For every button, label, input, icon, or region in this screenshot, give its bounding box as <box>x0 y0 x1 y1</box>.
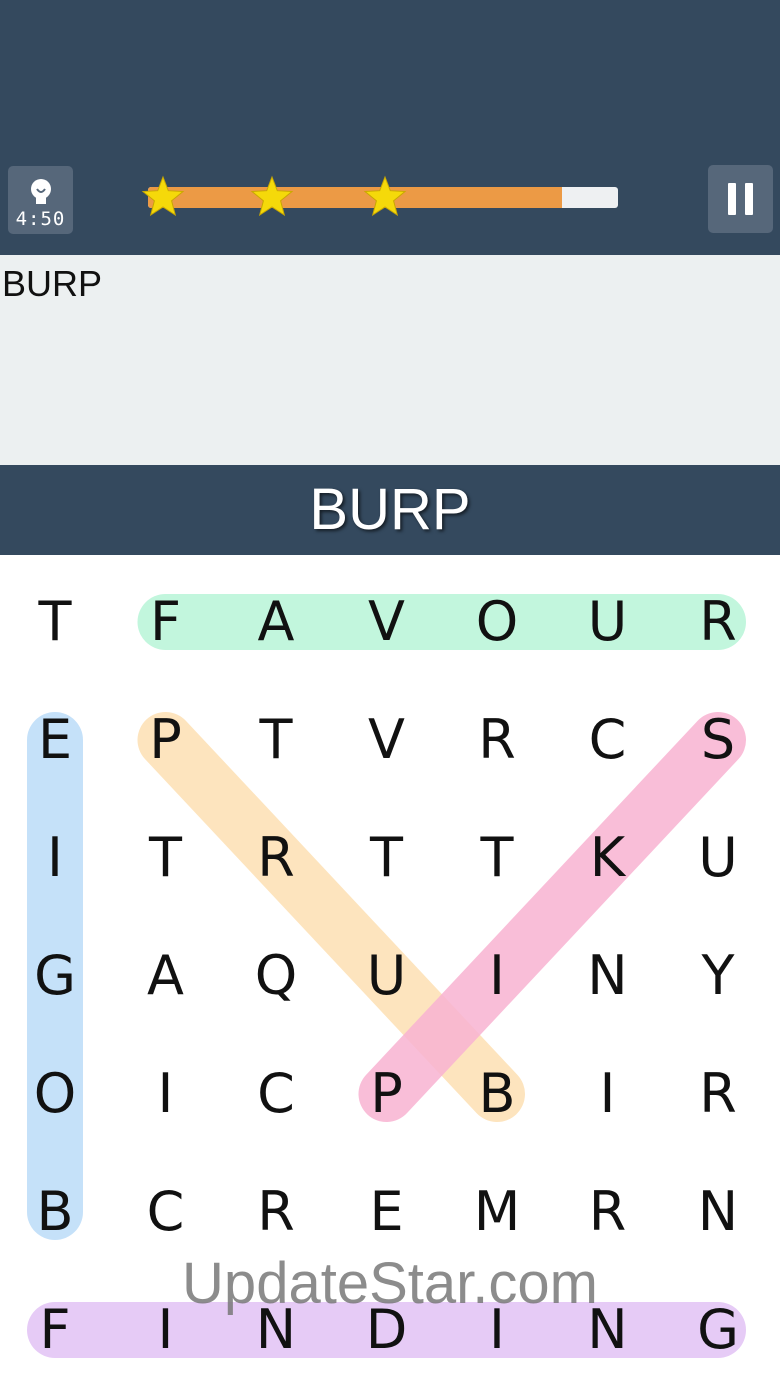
grid-cell[interactable]: C <box>553 685 663 795</box>
grid-cell[interactable]: G <box>0 921 110 1031</box>
grid-cell[interactable]: T <box>442 803 552 913</box>
grid-cell[interactable]: S <box>663 685 773 795</box>
grid-cell[interactable]: T <box>332 803 442 913</box>
grid-cell[interactable]: U <box>663 803 773 913</box>
grid-cell[interactable]: R <box>663 1039 773 1149</box>
grid-cell[interactable]: E <box>0 685 110 795</box>
grid-cell[interactable]: N <box>553 921 663 1031</box>
grid-cell[interactable]: I <box>111 1039 221 1149</box>
grid-cell[interactable]: U <box>332 921 442 1031</box>
grid-cell[interactable]: C <box>111 1157 221 1267</box>
grid-cell[interactable]: I <box>553 1039 663 1149</box>
grid-cell[interactable]: F <box>0 1275 110 1385</box>
letter-grid[interactable]: TFAVOUREPTVRCSITRTTKUGAQUINYOICPBIRBCREM… <box>0 0 780 1387</box>
grid-cell[interactable]: Q <box>221 921 331 1031</box>
grid-cell[interactable]: I <box>0 803 110 913</box>
grid-cell[interactable]: A <box>221 567 331 677</box>
grid-cell[interactable]: R <box>221 803 331 913</box>
grid-cell[interactable]: D <box>332 1275 442 1385</box>
grid-cell[interactable]: C <box>221 1039 331 1149</box>
grid-cell[interactable]: V <box>332 567 442 677</box>
grid-cell[interactable]: M <box>442 1157 552 1267</box>
grid-cell[interactable]: U <box>553 567 663 677</box>
grid-cell[interactable]: E <box>332 1157 442 1267</box>
grid-cell[interactable]: N <box>663 1157 773 1267</box>
grid-cell[interactable]: R <box>221 1157 331 1267</box>
grid-cell[interactable]: I <box>111 1275 221 1385</box>
grid-cell[interactable]: T <box>0 567 110 677</box>
grid-cell[interactable]: A <box>111 921 221 1031</box>
grid-cell[interactable]: V <box>332 685 442 795</box>
grid-cell[interactable]: T <box>221 685 331 795</box>
grid-cell[interactable]: P <box>332 1039 442 1149</box>
grid-cell[interactable]: O <box>442 567 552 677</box>
grid-cell[interactable]: Y <box>663 921 773 1031</box>
grid-cell[interactable]: K <box>553 803 663 913</box>
grid-cell[interactable]: F <box>111 567 221 677</box>
grid-cell[interactable]: T <box>111 803 221 913</box>
grid-cell[interactable]: B <box>442 1039 552 1149</box>
grid-cell[interactable]: O <box>0 1039 110 1149</box>
grid-cell[interactable]: B <box>0 1157 110 1267</box>
grid-cell[interactable]: R <box>663 567 773 677</box>
grid-cell[interactable]: R <box>553 1157 663 1267</box>
grid-cell[interactable]: N <box>221 1275 331 1385</box>
grid-cell[interactable]: N <box>553 1275 663 1385</box>
grid-cell[interactable]: R <box>442 685 552 795</box>
grid-cell[interactable]: I <box>442 1275 552 1385</box>
grid-cell[interactable]: I <box>442 921 552 1031</box>
grid-cell[interactable]: G <box>663 1275 773 1385</box>
grid-cell[interactable]: P <box>111 685 221 795</box>
